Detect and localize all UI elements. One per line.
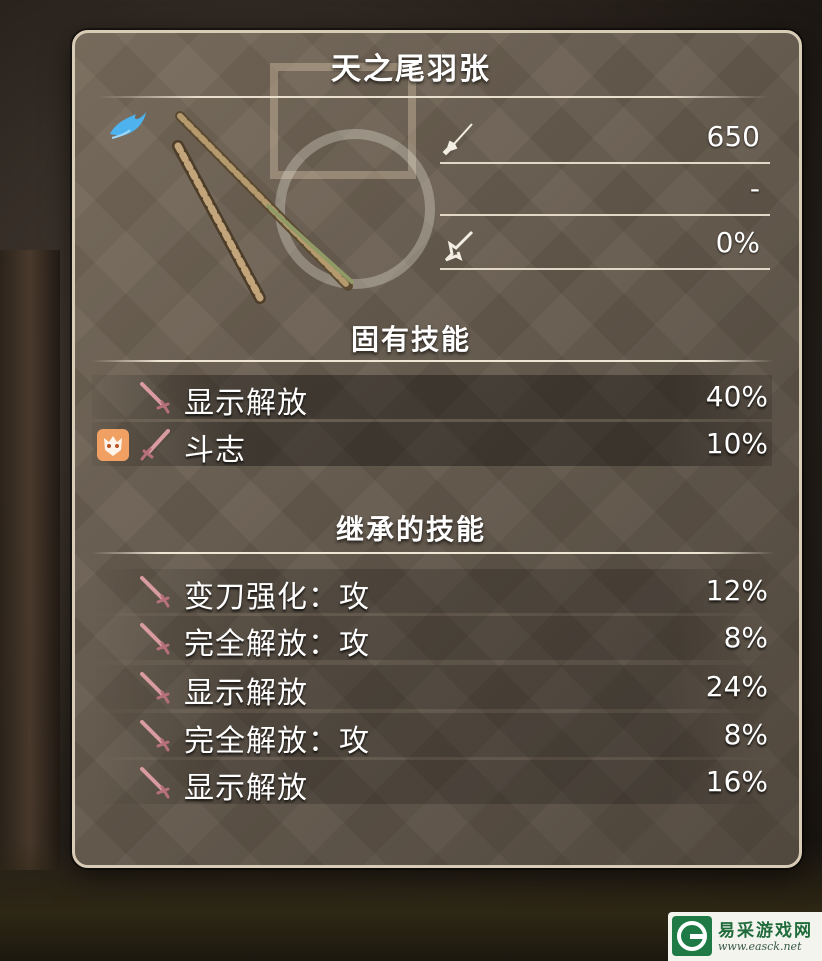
site-watermark: 易采游戏网 www.easck.net (668, 912, 822, 961)
blade-skill-icon (140, 672, 170, 704)
innate-skill-row[interactable]: 斗志 10% (92, 422, 772, 468)
bird-rarity-icon (110, 112, 146, 139)
longsword-weapon-icon (172, 111, 354, 304)
stat-divider (440, 214, 770, 216)
element-value: - (749, 172, 760, 205)
skill-name: 显示解放 (184, 676, 308, 711)
stat-row-affinity: 0% (440, 218, 770, 270)
inherited-skill-row[interactable]: 显示解放 16% (92, 760, 772, 806)
skill-name: 斗志 (184, 433, 246, 468)
blade-skill-icon (140, 767, 170, 799)
watermark-url: www.easck.net (718, 940, 802, 953)
sword-attack-icon (442, 123, 473, 156)
watermark-text: 易采游戏网 (718, 921, 813, 941)
weapon-name: 天之尾羽张 (331, 52, 491, 87)
skill-value: 16% (705, 765, 768, 798)
skill-value: 24% (705, 670, 768, 703)
inherited-skill-row[interactable]: 变刀强化：攻 12% (92, 569, 772, 615)
site-logo-icon (672, 916, 712, 956)
attack-value: 650 (706, 120, 760, 153)
skill-name: 显示解放 (184, 386, 308, 421)
skill-value: 12% (705, 574, 768, 607)
skill-value: 8% (723, 621, 768, 654)
blade-skill-icon (140, 382, 170, 414)
inherited-skill-row[interactable]: 完全解放：攻 8% (92, 713, 772, 759)
affinity-value: 0% (715, 226, 760, 259)
innate-skills-divider (92, 360, 774, 362)
skill-name: 完全解放：攻 (184, 724, 370, 759)
skill-name: 完全解放：攻 (184, 627, 370, 662)
skill-value: 10% (705, 427, 768, 460)
inherited-skills-divider (92, 552, 774, 554)
innate-skills-title: 固有技能 (350, 323, 471, 356)
inherited-skills-title: 继承的技能 (335, 513, 486, 546)
blade-skill-icon (140, 576, 170, 608)
stat-row-attack: 650 (440, 112, 770, 164)
skill-value: 40% (705, 380, 768, 413)
inherited-skill-row[interactable]: 完全解放：攻 8% (92, 616, 772, 662)
blade-skill-icon (140, 720, 170, 752)
title-divider (98, 96, 768, 98)
skill-value: 8% (723, 718, 768, 751)
blade-skill-icon (140, 623, 170, 655)
affinity-icon (444, 230, 474, 262)
stat-row-element: - (440, 164, 770, 216)
inherited-skill-row[interactable]: 显示解放 24% (92, 665, 772, 711)
blade-skill-icon (140, 429, 170, 461)
stat-divider (440, 268, 770, 270)
skill-name: 显示解放 (184, 771, 308, 806)
demon-mask-icon (97, 429, 129, 461)
skill-name: 变刀强化：攻 (184, 580, 370, 615)
innate-skill-row[interactable]: 显示解放 40% (92, 375, 772, 421)
